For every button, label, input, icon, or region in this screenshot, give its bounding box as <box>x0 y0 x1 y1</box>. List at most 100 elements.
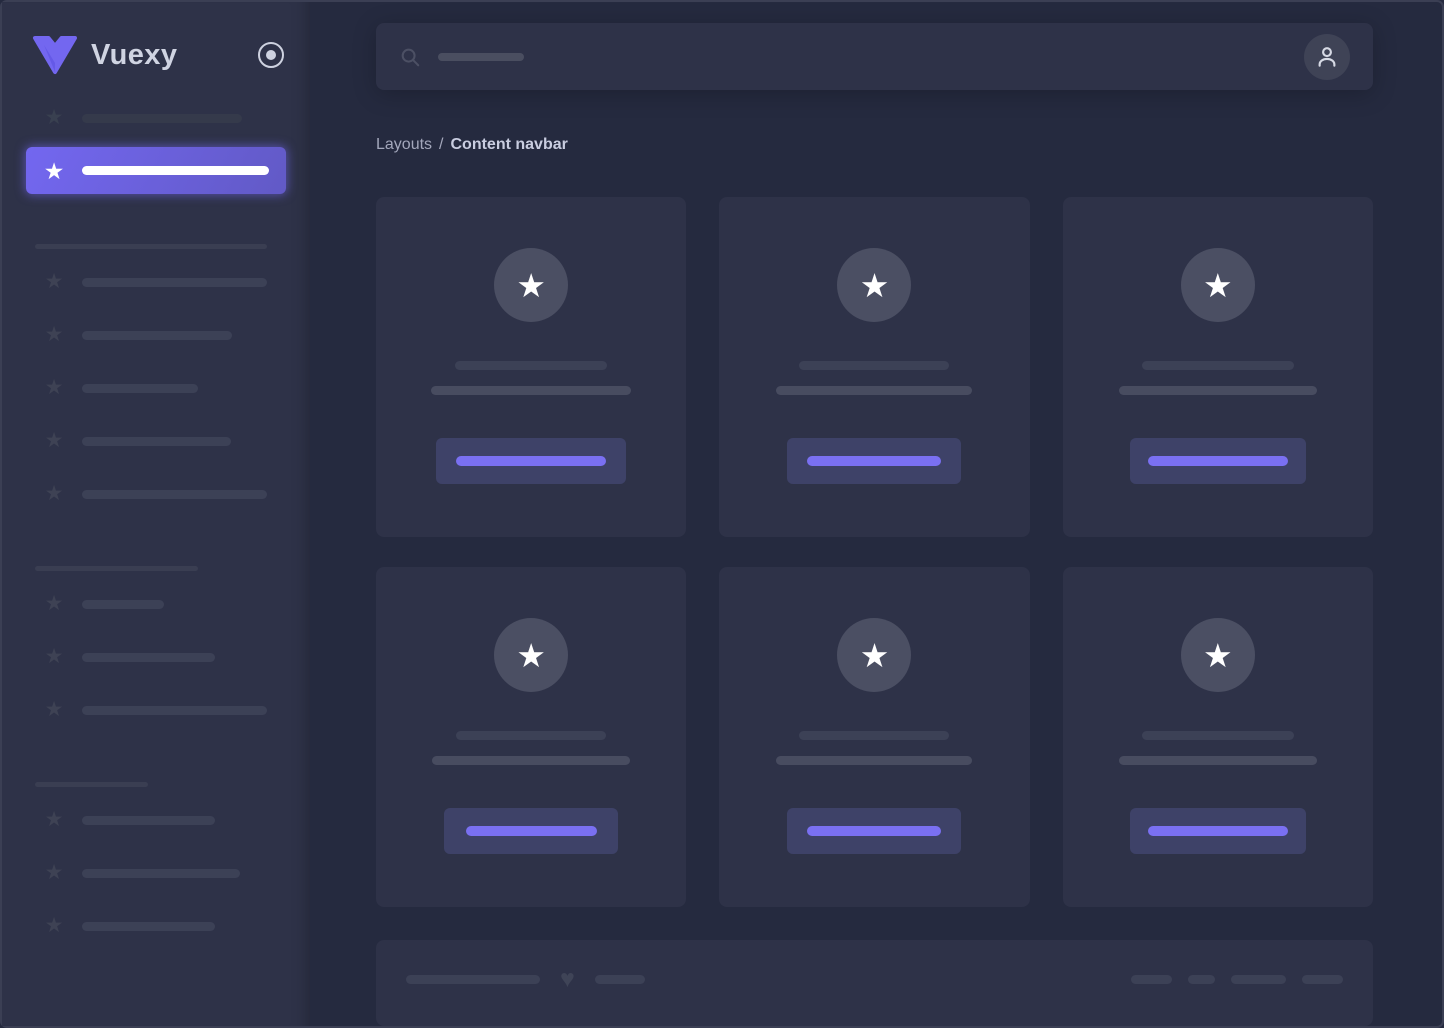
demo-card: ★ <box>719 197 1029 537</box>
card-avatar: ★ <box>837 618 911 692</box>
sidebar-section-divider <box>35 566 198 571</box>
sidebar-item-label-placeholder <box>82 278 267 287</box>
sidebar-item-label-placeholder <box>82 331 232 340</box>
card-title-placeholder <box>455 361 607 370</box>
card-avatar: ★ <box>1181 618 1255 692</box>
sidebar-item[interactable]: ★ <box>2 323 310 347</box>
star-icon: ★ <box>42 429 66 453</box>
sidebar-item-label-placeholder <box>82 653 215 662</box>
star-icon: ★ <box>42 159 66 183</box>
star-icon: ★ <box>42 592 66 616</box>
sidebar-item-label-placeholder <box>82 816 215 825</box>
star-icon: ★ <box>42 914 66 938</box>
sidebar-item-label-placeholder <box>82 166 269 175</box>
breadcrumb: Layouts / Content navbar <box>376 136 1373 154</box>
card-button[interactable] <box>787 808 961 854</box>
card-button[interactable] <box>1130 808 1306 854</box>
search-icon <box>399 46 421 68</box>
card-subtitle-placeholder <box>776 756 972 765</box>
search-input[interactable] <box>399 46 1304 68</box>
sidebar-item[interactable]: ★ <box>2 482 310 506</box>
card-button-label-placeholder <box>807 826 941 836</box>
demo-card: ★ <box>1063 567 1373 907</box>
brand[interactable]: Vuexy <box>2 2 310 75</box>
footer: ♥ <box>376 940 1373 1026</box>
sidebar-item-label-placeholder <box>82 490 267 499</box>
card-title-placeholder <box>799 361 949 370</box>
card-subtitle-placeholder <box>776 386 972 395</box>
sidebar-item[interactable]: ★ <box>2 808 310 832</box>
card-button[interactable] <box>1130 438 1306 484</box>
star-icon: ★ <box>1203 639 1233 672</box>
card-avatar: ★ <box>494 248 568 322</box>
card-button[interactable] <box>444 808 618 854</box>
star-icon: ★ <box>516 639 546 672</box>
footer-right <box>1131 975 1343 984</box>
vuexy-logo-icon <box>32 35 78 75</box>
card-avatar: ★ <box>494 618 568 692</box>
footer-text-placeholder <box>595 975 645 984</box>
star-icon: ★ <box>516 269 546 302</box>
breadcrumb-link-layouts[interactable]: Layouts <box>376 136 432 154</box>
card-subtitle-placeholder <box>432 756 630 765</box>
card-title-placeholder <box>456 731 606 740</box>
card-button-label-placeholder <box>1148 826 1288 836</box>
star-icon: ★ <box>42 270 66 294</box>
demo-card: ★ <box>376 197 686 537</box>
star-icon: ★ <box>860 639 890 672</box>
card-button-label-placeholder <box>807 456 941 466</box>
card-subtitle-placeholder <box>431 386 631 395</box>
footer-text-placeholder <box>406 975 540 984</box>
card-avatar: ★ <box>1181 248 1255 322</box>
breadcrumb-current: Content navbar <box>451 136 568 154</box>
card-title-placeholder <box>1142 731 1294 740</box>
card-grid: ★ ★ ★ ★ ★ <box>376 197 1373 907</box>
sidebar: Vuexy ★ ★ ★ ★ ★ ★ ★ ★ ★ ★ ★ ★ <box>2 2 310 1026</box>
footer-text-placeholder <box>1302 975 1343 984</box>
sidebar-section-divider <box>35 782 148 787</box>
menu-pin-toggle-icon[interactable] <box>258 42 284 68</box>
app-window: { "brand": { "name": "Vuexy" }, "icons":… <box>0 0 1444 1028</box>
sidebar-item[interactable]: ★ <box>2 429 310 453</box>
heart-icon: ♥ <box>560 967 575 992</box>
sidebar-item[interactable]: ★ <box>2 376 310 400</box>
sidebar-item[interactable]: ★ <box>2 861 310 885</box>
demo-card: ★ <box>1063 197 1373 537</box>
sidebar-item[interactable]: ★ <box>2 106 310 130</box>
card-avatar: ★ <box>837 248 911 322</box>
card-subtitle-placeholder <box>1119 756 1317 765</box>
sidebar-item-label-placeholder <box>82 706 267 715</box>
sidebar-item-label-placeholder <box>82 384 198 393</box>
card-button-label-placeholder <box>466 826 597 836</box>
sidebar-item-active[interactable]: ★ <box>26 147 286 194</box>
star-icon: ★ <box>42 861 66 885</box>
star-icon: ★ <box>42 698 66 722</box>
footer-text-placeholder <box>1231 975 1286 984</box>
sidebar-item[interactable]: ★ <box>2 914 310 938</box>
card-subtitle-placeholder <box>1119 386 1317 395</box>
sidebar-item-label-placeholder <box>82 437 231 446</box>
star-icon: ★ <box>42 482 66 506</box>
star-icon: ★ <box>1203 269 1233 302</box>
brand-name: Vuexy <box>91 39 177 72</box>
sidebar-item[interactable]: ★ <box>2 270 310 294</box>
sidebar-nav: ★ ★ ★ ★ ★ ★ ★ ★ ★ ★ ★ ★ ★ <box>2 106 310 938</box>
sidebar-item[interactable]: ★ <box>2 698 310 722</box>
sidebar-item-label-placeholder <box>82 600 164 609</box>
star-icon: ★ <box>860 269 890 302</box>
main-content: Layouts / Content navbar ★ ★ ★ ★ <box>310 2 1442 1026</box>
card-button[interactable] <box>787 438 961 484</box>
card-button[interactable] <box>436 438 626 484</box>
sidebar-item[interactable]: ★ <box>2 592 310 616</box>
sidebar-item-label-placeholder <box>82 922 215 931</box>
user-avatar[interactable] <box>1304 34 1350 80</box>
pin-dot <box>266 50 276 60</box>
card-title-placeholder <box>1142 361 1294 370</box>
sidebar-item[interactable]: ★ <box>2 645 310 669</box>
footer-text-placeholder <box>1188 975 1215 984</box>
demo-card: ★ <box>376 567 686 907</box>
card-title-placeholder <box>799 731 949 740</box>
person-icon <box>1314 44 1340 70</box>
top-navbar <box>376 23 1373 90</box>
footer-text-placeholder <box>1131 975 1172 984</box>
